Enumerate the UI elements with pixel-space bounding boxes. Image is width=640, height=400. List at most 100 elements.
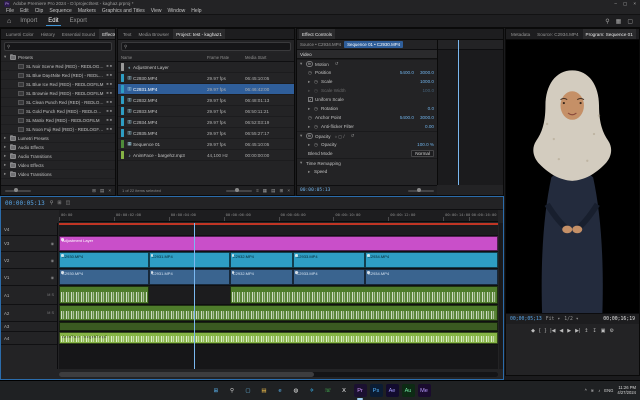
timeline-clip[interactable]: C2931.MP4 xyxy=(149,252,230,268)
program-viewer[interactable] xyxy=(506,40,639,313)
label-color-chip[interactable] xyxy=(121,151,124,159)
reset-icon[interactable]: ↺ xyxy=(335,61,339,67)
effect-control-row[interactable]: fx ◷ Anchor Point 5400.0 3000.0 xyxy=(297,113,437,122)
effect-control-row[interactable]: fx ✓ Uniform Scale xyxy=(297,95,437,104)
effect-controls-zoom-slider[interactable] xyxy=(408,190,434,192)
effect-item[interactable]: ▸ Audio Effects xyxy=(1,143,115,152)
effect-control-row[interactable]: ▸ fx ◷ Anti-flicker Filter 0.00 xyxy=(297,122,437,131)
expand-arrow-icon[interactable]: ▾ xyxy=(4,54,8,60)
effect-control-row[interactable]: ▸ fx ◷ Scale 1000.0 xyxy=(297,77,437,86)
media-row[interactable]: ▥ C2934.MP4 29.97 fps 06:52:03:19 xyxy=(118,117,294,128)
panel-tab[interactable]: Effects xyxy=(99,29,115,39)
taskbar-app-icon[interactable]: ⊞ xyxy=(210,384,223,397)
property-value[interactable]: 100.0 xyxy=(423,88,435,93)
track-toggle-icons[interactable]: ◉ xyxy=(51,241,54,246)
mini-timeline-playhead[interactable] xyxy=(458,40,459,185)
project-toolbar-icon[interactable]: × xyxy=(287,188,290,194)
timeline-clip[interactable]: AnimFace - bargeh2.mp3 xyxy=(59,332,498,344)
menu-item[interactable]: Window xyxy=(167,8,185,14)
taskbar-app-icon[interactable]: e xyxy=(274,384,287,397)
twirl-arrow-icon[interactable]: ▾ xyxy=(300,61,304,67)
effect-item[interactable]: SL Gold Punch Red (RED) - REDLOGFILM ■ ■ xyxy=(1,107,115,116)
workspace-tab[interactable]: Edit xyxy=(46,17,60,26)
effects-toolbar-icon[interactable]: × xyxy=(108,188,111,194)
panel-tab[interactable]: Effect Controls xyxy=(299,29,335,39)
effect-controls-timecode[interactable]: 00:00:05:13 xyxy=(300,188,330,193)
effect-item[interactable]: ▸ Audio Transitions xyxy=(1,152,115,161)
transport-button[interactable]: ▣ xyxy=(601,328,606,334)
label-color-chip[interactable] xyxy=(121,118,124,126)
property-value-y[interactable]: 3000.0 xyxy=(420,115,434,120)
timeline-toolbar-icon[interactable]: ⊞ xyxy=(57,200,61,206)
timeline-clip[interactable] xyxy=(59,286,149,304)
effect-control-row[interactable]: ▸ fx ◷ Scale Width 100.0 xyxy=(297,86,437,95)
label-color-chip[interactable] xyxy=(121,129,124,137)
panel-tab[interactable]: Project: test - kaghaz1 xyxy=(173,29,225,39)
expand-arrow-icon[interactable]: ▸ xyxy=(4,162,8,168)
twirl-arrow-icon[interactable]: ▸ xyxy=(308,106,312,112)
effect-item[interactable]: ▸ Lumetri Presets xyxy=(1,134,115,143)
fit-dropdown[interactable]: Fit ▾ xyxy=(546,317,560,322)
project-toolbar-icon[interactable]: ⊞ xyxy=(279,188,283,194)
fx-badge-icon[interactable]: fx xyxy=(306,133,313,139)
timeline-tracks-area[interactable]: Adjustment Layer C2930.MP4 C2931.MP4 C29… xyxy=(59,223,498,369)
project-search[interactable]: ⚲ xyxy=(121,42,291,51)
effect-control-row[interactable]: ▸ fx Speed xyxy=(297,167,437,176)
effects-search[interactable]: ⚲ xyxy=(4,42,112,51)
taskbar-app-icon[interactable]: ✈ xyxy=(306,384,319,397)
twirl-arrow-icon[interactable]: ▾ xyxy=(300,160,304,166)
effect-control-row[interactable]: fx Video xyxy=(297,50,437,59)
label-color-chip[interactable] xyxy=(121,96,124,104)
label-color-chip[interactable] xyxy=(121,140,124,148)
blend-mode-select[interactable]: Normal xyxy=(411,150,434,157)
menu-item[interactable]: Graphics and Titles xyxy=(102,8,145,14)
column-frame-rate[interactable]: Frame Rate xyxy=(207,55,245,60)
panel-tab[interactable]: History xyxy=(38,29,58,39)
project-toolbar-icon[interactable]: ≡ xyxy=(256,188,259,194)
transport-button[interactable]: ▶ xyxy=(567,328,571,334)
playback-resolution-dropdown[interactable]: 1/2 ▾ xyxy=(564,317,578,322)
reset-icon[interactable]: ↺ xyxy=(351,133,355,139)
toggle-animation-icon[interactable]: ◷ xyxy=(314,124,319,130)
media-row[interactable]: ▥ C2935.MP4 29.97 fps 06:55:27:17 xyxy=(118,128,294,139)
project-column-headers[interactable]: Name Frame Rate Media Start xyxy=(118,53,294,62)
workspace-tab[interactable]: Import xyxy=(18,17,39,26)
taskbar-app-icon[interactable]: ◍ xyxy=(290,384,303,397)
timeline-clip[interactable]: C2933.MP4 xyxy=(293,269,365,285)
playhead[interactable] xyxy=(194,223,195,369)
effects-toolbar-icon[interactable]: ▤ xyxy=(100,188,104,194)
menu-item[interactable]: Help xyxy=(191,8,201,14)
media-row[interactable]: ◐ Adjustment Layer xyxy=(118,62,294,73)
timeline-horizontal-scrollbar[interactable] xyxy=(59,372,498,377)
twirl-arrow-icon[interactable]: ▸ xyxy=(308,142,312,148)
property-value[interactable]: 100.0 % xyxy=(417,142,434,147)
timeline-clip[interactable]: C2930.MP4 xyxy=(59,252,149,268)
project-search-input[interactable] xyxy=(129,44,288,49)
menu-item[interactable]: Markers xyxy=(78,8,96,14)
twirl-arrow-icon[interactable]: ▾ xyxy=(300,133,304,139)
effect-control-row[interactable]: ▾ fx Time Remapping xyxy=(297,158,437,167)
effect-item[interactable]: SL Brownie Red (RED) - REDLOGFILM ■ ■ xyxy=(1,89,115,98)
effect-control-row[interactable]: ▸ fx ◷ Rotation 0.0 xyxy=(297,104,437,113)
media-row[interactable]: ▥ C2933.MP4 29.97 fps 06:50:11:21 xyxy=(118,106,294,117)
project-toolbar-icon[interactable]: ▤ xyxy=(271,188,275,194)
effect-item[interactable]: SL Noon Fuji Red (RED) - REDLOGFILM ■ ■ xyxy=(1,125,115,134)
twirl-arrow-icon[interactable]: ▸ xyxy=(308,79,312,85)
taskbar-app-icon[interactable]: Ae xyxy=(386,384,399,397)
taskbar-app-icon[interactable]: ☏ xyxy=(322,384,335,397)
workspace-toolbar-icon[interactable]: ▢ xyxy=(627,18,633,25)
transport-button[interactable]: ◆ xyxy=(531,328,535,334)
property-value[interactable]: 0.0 xyxy=(428,106,434,111)
effects-search-input[interactable] xyxy=(12,44,109,49)
toggle-animation-icon[interactable]: ◷ xyxy=(314,142,319,148)
track-header[interactable]: A4 xyxy=(1,332,57,345)
timeline-clip[interactable]: C2932.MP4 xyxy=(230,269,294,285)
track-header[interactable]: V3 ◉ xyxy=(1,236,57,252)
timeline-clip[interactable] xyxy=(59,322,498,331)
effect-item[interactable]: ▸ Video Transitions xyxy=(1,170,115,179)
effect-item[interactable]: ▾ Presets xyxy=(1,53,115,62)
transport-button[interactable]: } xyxy=(545,328,547,334)
timeline-clip[interactable]: C2934.MP4 xyxy=(365,252,498,268)
window-control-button[interactable]: – xyxy=(614,1,617,7)
transport-button[interactable]: ↥ xyxy=(584,328,588,334)
